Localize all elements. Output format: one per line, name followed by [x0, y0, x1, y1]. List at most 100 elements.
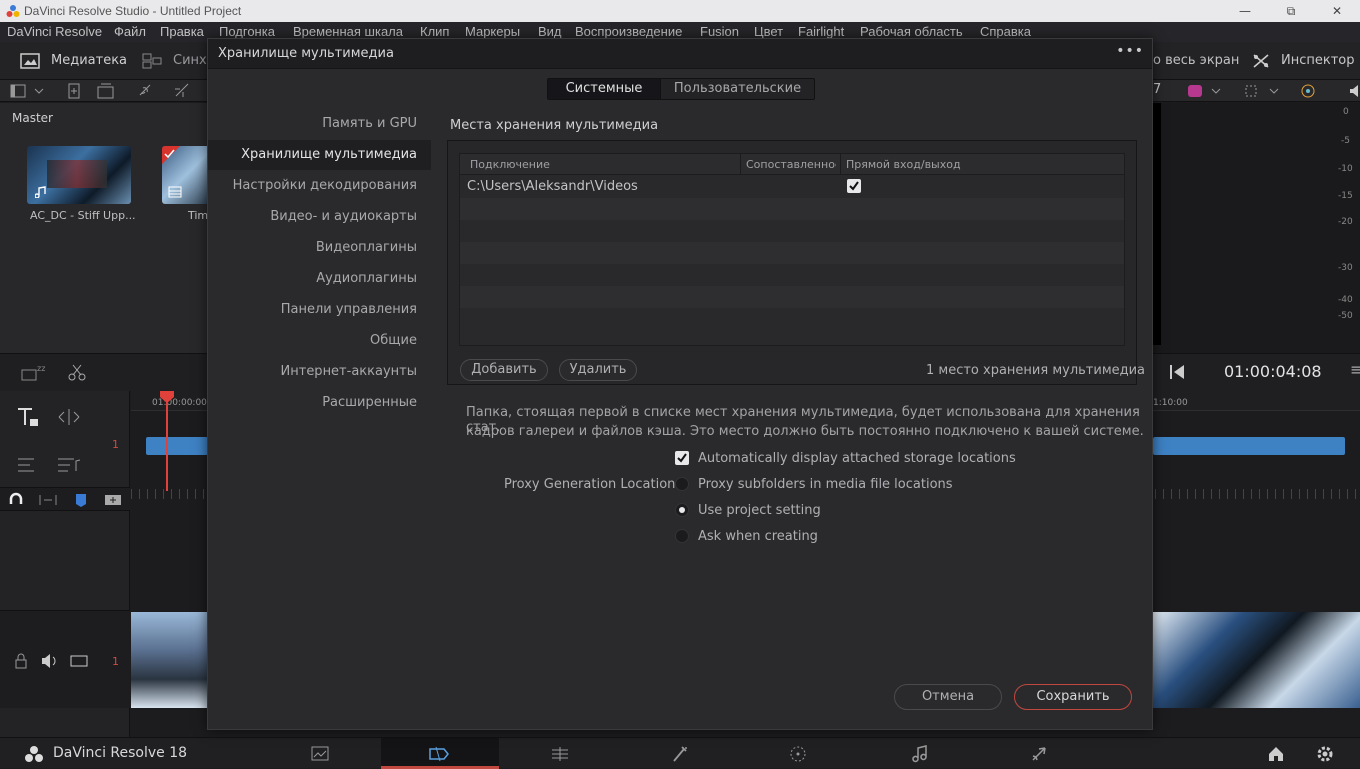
nav-item-media-storage[interactable]: Хранилище мультимедиа — [241, 147, 417, 162]
remove-button[interactable]: Удалить — [559, 359, 637, 381]
nav-item-general[interactable]: Общие — [370, 333, 417, 348]
clip-thumbnail[interactable] — [27, 146, 131, 204]
fullscreen-label[interactable]: о весь экран — [1153, 53, 1239, 68]
marker-icon[interactable] — [104, 494, 122, 506]
scissors-icon[interactable] — [68, 363, 86, 381]
menu-fairlight[interactable]: Fairlight — [798, 24, 844, 39]
menu-playback[interactable]: Воспроизведение — [575, 24, 682, 39]
go-to-start-icon[interactable] — [1168, 363, 1186, 381]
nav-item-audio-plugins[interactable]: Аудиоплагины — [316, 271, 417, 286]
column-header-mapped[interactable]: Сопоставленное — [746, 158, 836, 171]
add-button[interactable]: Добавить — [460, 359, 548, 381]
menu-timeline[interactable]: Временная шкала — [293, 24, 403, 39]
unlink-icon[interactable] — [173, 83, 191, 99]
nav-item-control-panels[interactable]: Панели управления — [281, 302, 417, 317]
ripple-icon[interactable] — [56, 407, 82, 427]
table-row — [460, 264, 1124, 286]
color-page-icon[interactable] — [788, 745, 808, 763]
panel-toggle-icon[interactable] — [10, 83, 46, 99]
clip-name[interactable]: AC_DC - Stiff Upp... — [30, 209, 136, 222]
menu-markers[interactable]: Маркеры — [465, 24, 520, 39]
home-icon[interactable] — [1267, 745, 1285, 763]
media-page-icon[interactable] — [311, 746, 329, 762]
save-button[interactable]: Сохранить — [1014, 684, 1132, 710]
minimize-button[interactable]: — — [1222, 0, 1268, 22]
menu-icon[interactable]: ≡ — [1350, 360, 1360, 379]
column-header-connection[interactable]: Подключение — [470, 158, 550, 171]
nav-item-internet-accounts[interactable]: Интернет-аккаунты — [281, 364, 417, 379]
media-pool-icon[interactable] — [20, 53, 40, 69]
audio-output-icon[interactable] — [1348, 83, 1360, 99]
menu-help[interactable]: Справка — [980, 24, 1031, 39]
menu-davinci-resolve[interactable]: DaVinci Resolve — [7, 24, 102, 39]
transform-icon[interactable] — [1242, 83, 1282, 99]
new-item-icon[interactable] — [66, 83, 84, 99]
more-options-button[interactable]: ••• — [1116, 43, 1144, 59]
menu-view[interactable]: Вид — [538, 24, 562, 39]
auto-display-label[interactable]: Automatically display attached storage l… — [698, 451, 1016, 466]
add-audio-track-icon[interactable] — [56, 455, 82, 475]
menu-color[interactable]: Цвет — [754, 24, 783, 39]
use-project-setting-label[interactable]: Use project setting — [698, 503, 821, 518]
menu-workspace[interactable]: Рабочая область — [860, 24, 963, 39]
menu-fusion[interactable]: Fusion — [700, 24, 739, 39]
magnet-icon[interactable] — [8, 492, 24, 508]
maximize-button[interactable]: ⧉ — [1268, 0, 1314, 22]
nav-item-advanced[interactable]: Расширенные — [322, 395, 417, 410]
audio-clip-thumbnail[interactable] — [1153, 612, 1360, 708]
fairlight-page-icon[interactable] — [911, 745, 929, 763]
use-project-setting-radio[interactable] — [675, 503, 689, 517]
davinci-logo-icon — [6, 5, 20, 17]
tab-user[interactable]: Пользовательские — [660, 79, 814, 99]
nav-item-video-plugins[interactable]: Видеоплагины — [316, 240, 417, 255]
deliver-page-icon[interactable] — [1030, 745, 1048, 763]
nav-item-decode-options[interactable]: Настройки декодирования — [233, 178, 417, 193]
playhead[interactable] — [166, 391, 168, 491]
ask-when-creating-label[interactable]: Ask when creating — [698, 529, 818, 544]
link-clips-icon[interactable] — [38, 493, 58, 507]
sync-bin-icon[interactable] — [142, 53, 162, 69]
cut-page-icon[interactable] — [428, 746, 452, 762]
clip-name[interactable]: Tim — [188, 209, 208, 222]
media-pool-label[interactable]: Медиатека — [51, 53, 127, 68]
link-icon[interactable] — [137, 83, 155, 99]
timeline-thumbnail[interactable] — [162, 146, 210, 204]
color-picker-icon[interactable] — [1186, 83, 1224, 99]
snooze-icon[interactable]: zz — [20, 362, 48, 382]
monitor-icon[interactable] — [70, 654, 88, 668]
ask-when-creating-radio[interactable] — [675, 529, 689, 543]
speaker-icon[interactable] — [40, 653, 60, 669]
tab-system[interactable]: Системные — [548, 79, 660, 99]
direct-io-checkbox[interactable] — [847, 179, 861, 193]
inspector-label[interactable]: Инспектор — [1281, 53, 1355, 68]
nav-item-memory-gpu[interactable]: Память и GPU — [322, 116, 417, 131]
proxy-subfolders-label[interactable]: Proxy subfolders in media file locations — [698, 477, 953, 492]
auto-display-checkbox[interactable] — [675, 451, 689, 465]
table-row[interactable]: C:\Users\Aleksandr\Videos — [460, 176, 1124, 198]
effects-icon[interactable] — [1299, 83, 1317, 99]
settings-gear-icon[interactable] — [1316, 745, 1334, 763]
lock-icon[interactable] — [14, 653, 28, 669]
new-bin-icon[interactable] — [97, 83, 115, 99]
proxy-subfolders-radio[interactable] — [675, 477, 689, 491]
trim-lock-icon[interactable] — [16, 405, 42, 429]
menu-clip[interactable]: Клип — [420, 24, 449, 39]
nav-item-video-audio-io[interactable]: Видео- и аудиокарты — [270, 209, 417, 224]
audio-clip-thumbnail[interactable] — [131, 612, 207, 708]
add-track-icon[interactable] — [16, 455, 42, 475]
menu-edit[interactable]: Правка — [160, 24, 204, 39]
close-window-button[interactable]: ✕ — [1314, 0, 1360, 22]
timeline-clip[interactable] — [146, 437, 208, 455]
cancel-button[interactable]: Отмена — [894, 684, 1002, 710]
inspector-icon[interactable] — [1252, 53, 1270, 69]
viewer-panel: 0 -5 -10 -15 -20 -30 -40 -50 — [1153, 103, 1360, 353]
edit-page-icon[interactable] — [550, 746, 570, 762]
menu-file[interactable]: Файл — [114, 24, 146, 39]
menu-trim[interactable]: Подгонка — [219, 24, 275, 39]
timeline-clip[interactable] — [1153, 437, 1345, 455]
bin-label[interactable]: Master — [12, 111, 53, 125]
column-header-direct-io[interactable]: Прямой вход/выход — [846, 158, 961, 171]
playhead-handle-icon[interactable] — [160, 391, 174, 403]
fusion-page-icon[interactable] — [670, 745, 690, 763]
flag-icon[interactable] — [74, 492, 88, 508]
